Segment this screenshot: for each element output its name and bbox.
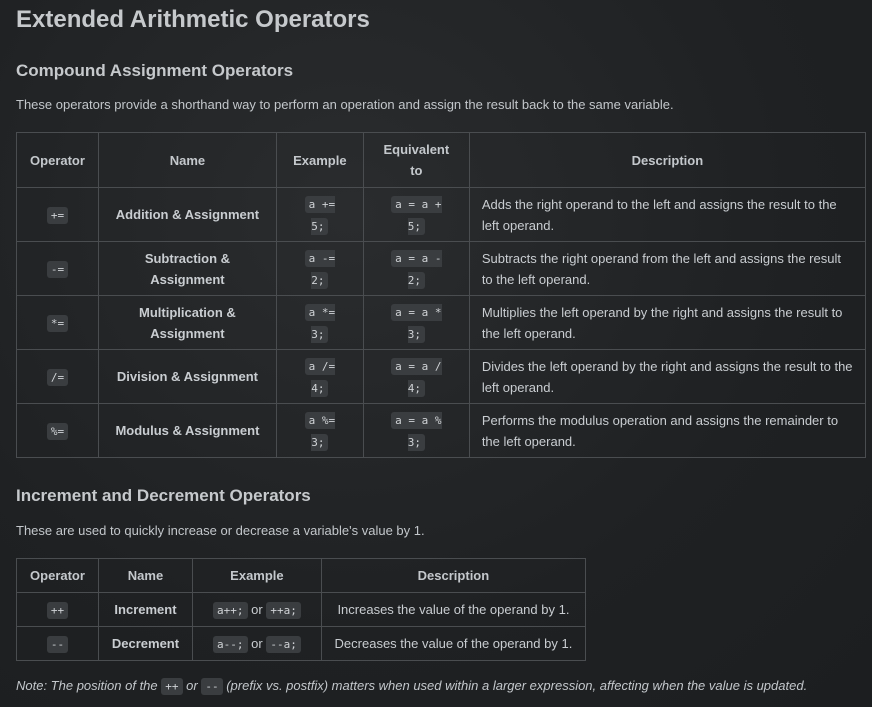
or-text: or — [251, 635, 263, 651]
example-cell: a++; or ++a; — [191, 592, 322, 627]
table-row: /= Division & Assignment a /= 4; a = a /… — [16, 349, 867, 404]
header-equivalent: Equivalent to — [362, 132, 470, 188]
header-example: Example — [275, 132, 364, 188]
header-description: Description — [468, 132, 867, 188]
example-cell: a -= 2; — [275, 241, 364, 296]
footnote: Note: The position of the ++ or -- (pref… — [16, 678, 808, 695]
description-cell: Increases the value of the operand by 1. — [320, 592, 587, 627]
table-row: -= Subtraction & Assignment a -= 2; a = … — [16, 241, 867, 296]
example-cell: a--; or --a; — [191, 626, 322, 661]
operator-code: /= — [46, 368, 69, 386]
equivalent-code: a = a * 3; — [391, 303, 442, 343]
operator-cell: -= — [16, 241, 99, 296]
operator-cell: *= — [16, 295, 99, 350]
name-cell: Multiplication & Assignment — [97, 295, 277, 350]
equivalent-code: a = a + 5; — [391, 195, 442, 235]
header-example: Example — [191, 558, 322, 593]
name-cell: Division & Assignment — [97, 349, 277, 404]
equivalent-cell: a = a / 4; — [362, 349, 470, 404]
table-row: ++ Increment a++; or ++a; Increases the … — [16, 592, 587, 627]
description-cell: Decreases the value of the operand by 1. — [320, 626, 587, 661]
page-title: Extended Arithmetic Operators — [16, 6, 370, 33]
note-or: or — [186, 678, 198, 693]
table-header-row: Operator Name Example Description — [16, 558, 587, 593]
example-code-prefix: --a; — [266, 635, 301, 653]
operator-code: -- — [46, 635, 69, 653]
note-prefix: Note: The position of the — [16, 678, 158, 693]
table-row: -- Decrement a--; or --a; Decreases the … — [16, 626, 587, 661]
example-code: a += 5; — [304, 195, 336, 235]
operator-cell: ++ — [16, 592, 99, 627]
example-code-postfix: a--; — [213, 635, 248, 653]
header-name: Name — [97, 132, 277, 188]
incdec-intro: These are used to quickly increase or de… — [16, 523, 425, 538]
header-operator: Operator — [16, 132, 99, 188]
example-cell: a += 5; — [275, 187, 364, 242]
table-row: += Addition & Assignment a += 5; a = a +… — [16, 187, 867, 242]
example-code-postfix: a++; — [213, 601, 248, 619]
header-name: Name — [97, 558, 193, 593]
note-code-decrement: -- — [201, 678, 223, 695]
operator-code: ++ — [46, 601, 69, 619]
equivalent-code: a = a / 4; — [391, 357, 442, 397]
name-cell: Increment — [97, 592, 193, 627]
equivalent-wrap: a = a * 3; — [386, 301, 447, 345]
equivalent-wrap: a = a - 2; — [386, 247, 447, 291]
example-cell: a %= 3; — [275, 403, 364, 458]
header-description: Description — [320, 558, 587, 593]
description-cell: Adds the right operand to the left and a… — [468, 187, 867, 242]
note-suffix: (prefix vs. postfix) matters when used w… — [226, 678, 808, 693]
equivalent-code: a = a % 3; — [391, 411, 442, 451]
incdec-heading: Increment and Decrement Operators — [16, 486, 311, 505]
operator-code: -= — [46, 260, 69, 278]
table-row: *= Multiplication & Assignment a *= 3; a… — [16, 295, 867, 350]
equivalent-cell: a = a - 2; — [362, 241, 470, 296]
compound-intro: These operators provide a shorthand way … — [16, 97, 674, 112]
or-text: or — [251, 601, 263, 617]
incdec-table: Operator Name Example Description ++ Inc… — [16, 558, 587, 661]
example-code-prefix: ++a; — [266, 601, 301, 619]
operator-cell: /= — [16, 349, 99, 404]
name-cell: Modulus & Assignment — [97, 403, 277, 458]
name-cell: Addition & Assignment — [97, 187, 277, 242]
operator-code: %= — [46, 422, 69, 440]
example-code: a %= 3; — [304, 411, 336, 451]
equivalent-wrap: a = a / 4; — [386, 355, 447, 399]
description-cell: Divides the left operand by the right an… — [468, 349, 867, 404]
description-cell: Subtracts the right operand from the lef… — [468, 241, 867, 296]
name-cell: Decrement — [97, 626, 193, 661]
equivalent-wrap: a = a % 3; — [386, 409, 447, 453]
example-wrap: a *= 3; — [303, 301, 337, 345]
equivalent-cell: a = a % 3; — [362, 403, 470, 458]
equivalent-cell: a = a * 3; — [362, 295, 470, 350]
example-cell: a *= 3; — [275, 295, 364, 350]
compound-table: Operator Name Example Equivalent to Desc… — [16, 132, 867, 458]
operator-cell: += — [16, 187, 99, 242]
header-operator: Operator — [16, 558, 99, 593]
compound-heading: Compound Assignment Operators — [16, 61, 294, 80]
example-wrap: a += 5; — [303, 193, 337, 237]
description-cell: Performs the modulus operation and assig… — [468, 403, 867, 458]
table-row: %= Modulus & Assignment a %= 3; a = a % … — [16, 403, 867, 458]
operator-code: += — [46, 206, 69, 224]
example-wrap: a %= 3; — [303, 409, 337, 453]
operator-cell: %= — [16, 403, 99, 458]
example-code: a -= 2; — [304, 249, 336, 289]
equivalent-code: a = a - 2; — [391, 249, 442, 289]
example-code: a /= 4; — [304, 357, 336, 397]
table-header-row: Operator Name Example Equivalent to Desc… — [16, 132, 867, 188]
name-cell: Subtraction & Assignment — [97, 241, 277, 296]
operator-cell: -- — [16, 626, 99, 661]
equivalent-wrap: a = a + 5; — [386, 193, 447, 237]
description-cell: Multiplies the left operand by the right… — [468, 295, 867, 350]
example-wrap: a -= 2; — [303, 247, 337, 291]
operator-code: *= — [46, 314, 69, 332]
example-code: a *= 3; — [304, 303, 336, 343]
note-code-increment: ++ — [161, 678, 183, 695]
equivalent-cell: a = a + 5; — [362, 187, 470, 242]
example-wrap: a /= 4; — [303, 355, 337, 399]
header-equivalent-label: Equivalent to — [383, 142, 450, 178]
example-cell: a /= 4; — [275, 349, 364, 404]
